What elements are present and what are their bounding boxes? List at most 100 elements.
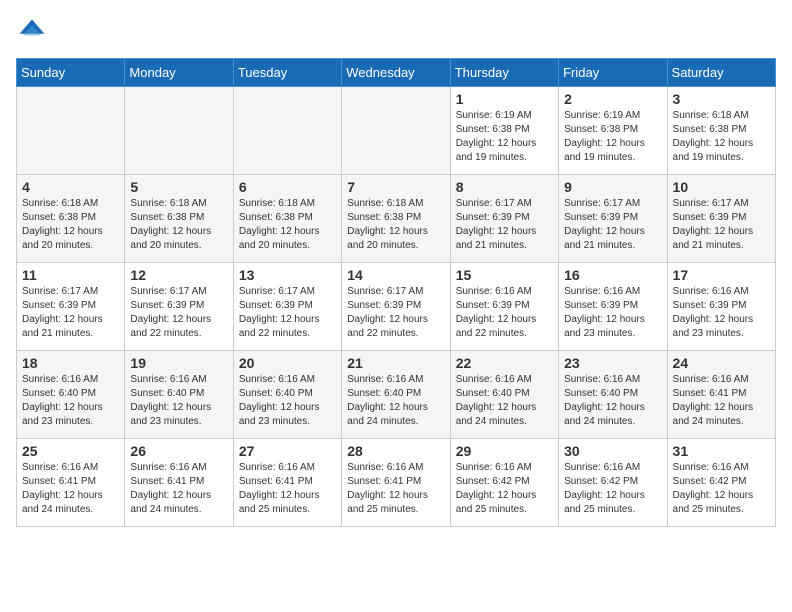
day-info: Sunrise: 6:16 AMSunset: 6:39 PMDaylight:… — [673, 285, 770, 341]
calendar-cell: 30 Sunrise: 6:16 AMSunset: 6:42 PMDayligh… — [559, 439, 667, 527]
day-number: 4 — [22, 179, 119, 195]
day-number: 1 — [456, 91, 553, 107]
day-info: Sunrise: 6:16 AMSunset: 6:42 PMDaylight:… — [673, 461, 770, 517]
calendar-cell: 2 Sunrise: 6:19 AMSunset: 6:38 PMDaylight… — [559, 87, 667, 175]
logo — [16, 16, 52, 48]
calendar-cell: 11Sunrise: 6:17 AMSunset: 6:39 PMDayligh… — [17, 263, 125, 351]
day-number: 5 — [130, 179, 227, 195]
day-number: 27 — [239, 443, 336, 459]
day-info: Sunrise: 6:16 AMSunset: 6:40 PMDaylight:… — [239, 373, 336, 429]
calendar-cell — [125, 87, 233, 175]
day-number: 16 — [564, 267, 661, 283]
day-number: 2 — [564, 91, 661, 107]
calendar-cell: 4 Sunrise: 6:18 AMSunset: 6:38 PMDaylight… — [17, 175, 125, 263]
calendar-cell: 31Sunrise: 6:16 AMSunset: 6:42 PMDayligh… — [667, 439, 775, 527]
day-number: 30 — [564, 443, 661, 459]
calendar-cell: 19 Sunrise: 6:16 AMSunset: 6:40 PMDayligh… — [125, 351, 233, 439]
calendar-cell: 24 Sunrise: 6:16 AMSunset: 6:41 PMDayligh… — [667, 351, 775, 439]
calendar-cell: 3 Sunrise: 6:18 AMSunset: 6:38 PMDaylight… — [667, 87, 775, 175]
day-number: 24 — [673, 355, 770, 371]
calendar-cell: 26Sunrise: 6:16 AMSunset: 6:41 PMDayligh… — [125, 439, 233, 527]
day-info: Sunrise: 6:16 AMSunset: 6:40 PMDaylight:… — [564, 373, 661, 429]
day-info: Sunrise: 6:18 AMSunset: 6:38 PMDaylight:… — [22, 197, 119, 253]
calendar-week-5: 25 Sunrise: 6:16 AMSunset: 6:41 PMDayligh… — [17, 439, 776, 527]
day-info: Sunrise: 6:17 AMSunset: 6:39 PMDaylight:… — [673, 197, 770, 253]
day-info: Sunrise: 6:16 AMSunset: 6:40 PMDaylight:… — [456, 373, 553, 429]
day-header-sunday: Sunday — [17, 59, 125, 87]
day-header-wednesday: Wednesday — [342, 59, 450, 87]
day-header-monday: Monday — [125, 59, 233, 87]
day-number: 6 — [239, 179, 336, 195]
calendar-cell: 15 Sunrise: 6:16 AMSunset: 6:39 PMDayligh… — [450, 263, 558, 351]
calendar-cell: 27 Sunrise: 6:16 AMSunset: 6:41 PMDayligh… — [233, 439, 341, 527]
day-info: Sunrise: 6:16 AMSunset: 6:39 PMDaylight:… — [456, 285, 553, 341]
day-number: 18 — [22, 355, 119, 371]
day-info: Sunrise: 6:17 AMSunset: 6:39 PMDaylight:… — [130, 285, 227, 341]
day-info: Sunrise: 6:17 AMSunset: 6:39 PMDaylight:… — [347, 285, 444, 341]
day-info: Sunrise: 6:16 AMSunset: 6:39 PMDaylight:… — [564, 285, 661, 341]
calendar-cell — [17, 87, 125, 175]
day-number: 21 — [347, 355, 444, 371]
day-number: 23 — [564, 355, 661, 371]
day-info: Sunrise: 6:16 AMSunset: 6:42 PMDaylight:… — [564, 461, 661, 517]
day-info: Sunrise: 6:18 AMSunset: 6:38 PMDaylight:… — [673, 109, 770, 165]
day-number: 29 — [456, 443, 553, 459]
day-info: Sunrise: 6:16 AMSunset: 6:41 PMDaylight:… — [239, 461, 336, 517]
day-info: Sunrise: 6:16 AMSunset: 6:41 PMDaylight:… — [22, 461, 119, 517]
calendar-cell: 1Sunrise: 6:19 AMSunset: 6:38 PMDaylight… — [450, 87, 558, 175]
calendar-cell: 21 Sunrise: 6:16 AMSunset: 6:40 PMDayligh… — [342, 351, 450, 439]
day-header-friday: Friday — [559, 59, 667, 87]
day-number: 10 — [673, 179, 770, 195]
calendar-cell: 23 Sunrise: 6:16 AMSunset: 6:40 PMDayligh… — [559, 351, 667, 439]
day-info: Sunrise: 6:16 AMSunset: 6:40 PMDaylight:… — [347, 373, 444, 429]
day-number: 9 — [564, 179, 661, 195]
day-info: Sunrise: 6:17 AMSunset: 6:39 PMDaylight:… — [564, 197, 661, 253]
calendar-cell: 17 Sunrise: 6:16 AMSunset: 6:39 PMDayligh… — [667, 263, 775, 351]
calendar-cell — [342, 87, 450, 175]
day-header-tuesday: Tuesday — [233, 59, 341, 87]
day-info: Sunrise: 6:17 AMSunset: 6:39 PMDaylight:… — [22, 285, 119, 341]
day-info: Sunrise: 6:16 AMSunset: 6:40 PMDaylight:… — [130, 373, 227, 429]
calendar-cell: 20Sunrise: 6:16 AMSunset: 6:40 PMDayligh… — [233, 351, 341, 439]
calendar-cell: 12 Sunrise: 6:17 AMSunset: 6:39 PMDayligh… — [125, 263, 233, 351]
calendar-table: SundayMondayTuesdayWednesdayThursdayFrid… — [16, 58, 776, 527]
day-number: 17 — [673, 267, 770, 283]
day-number: 7 — [347, 179, 444, 195]
calendar-cell: 29Sunrise: 6:16 AMSunset: 6:42 PMDayligh… — [450, 439, 558, 527]
calendar-cell: 18 Sunrise: 6:16 AMSunset: 6:40 PMDayligh… — [17, 351, 125, 439]
day-number: 19 — [130, 355, 227, 371]
day-info: Sunrise: 6:18 AMSunset: 6:38 PMDaylight:… — [239, 197, 336, 253]
day-info: Sunrise: 6:19 AMSunset: 6:38 PMDaylight:… — [564, 109, 661, 165]
day-number: 3 — [673, 91, 770, 107]
calendar-cell: 8Sunrise: 6:17 AMSunset: 6:39 PMDaylight… — [450, 175, 558, 263]
day-header-thursday: Thursday — [450, 59, 558, 87]
day-number: 12 — [130, 267, 227, 283]
page-header — [16, 16, 776, 48]
day-number: 14 — [347, 267, 444, 283]
day-number: 8 — [456, 179, 553, 195]
calendar-cell — [233, 87, 341, 175]
calendar-cell: 6 Sunrise: 6:18 AMSunset: 6:38 PMDaylight… — [233, 175, 341, 263]
day-info: Sunrise: 6:16 AMSunset: 6:41 PMDaylight:… — [673, 373, 770, 429]
day-info: Sunrise: 6:18 AMSunset: 6:38 PMDaylight:… — [347, 197, 444, 253]
day-number: 13 — [239, 267, 336, 283]
calendar-week-1: 1 Sunrise: 6:19 AMSunset: 6:38 PMDaylight… — [17, 87, 776, 175]
day-number: 25 — [22, 443, 119, 459]
calendar-cell: 10 Sunrise: 6:17 AMSunset: 6:39 PMDayligh… — [667, 175, 775, 263]
calendar-week-2: 4 Sunrise: 6:18 AMSunset: 6:38 PMDaylight… — [17, 175, 776, 263]
calendar-cell: 22 Sunrise: 6:16 AMSunset: 6:40 PMDayligh… — [450, 351, 558, 439]
day-info: Sunrise: 6:16 AMSunset: 6:41 PMDaylight:… — [347, 461, 444, 517]
calendar-cell: 16 Sunrise: 6:16 AMSunset: 6:39 PMDayligh… — [559, 263, 667, 351]
day-number: 26 — [130, 443, 227, 459]
calendar-cell: 13Sunrise: 6:17 AMSunset: 6:39 PMDayligh… — [233, 263, 341, 351]
day-info: Sunrise: 6:16 AMSunset: 6:40 PMDaylight:… — [22, 373, 119, 429]
calendar-cell: 5 Sunrise: 6:18 AMSunset: 6:38 PMDaylight… — [125, 175, 233, 263]
calendar-cell: 14 Sunrise: 6:17 AMSunset: 6:39 PMDayligh… — [342, 263, 450, 351]
calendar-cell: 25 Sunrise: 6:16 AMSunset: 6:41 PMDayligh… — [17, 439, 125, 527]
day-number: 28 — [347, 443, 444, 459]
day-number: 22 — [456, 355, 553, 371]
calendar-header-row: SundayMondayTuesdayWednesdayThursdayFrid… — [17, 59, 776, 87]
day-number: 15 — [456, 267, 553, 283]
day-info: Sunrise: 6:18 AMSunset: 6:38 PMDaylight:… — [130, 197, 227, 253]
calendar-cell: 7 Sunrise: 6:18 AMSunset: 6:38 PMDaylight… — [342, 175, 450, 263]
